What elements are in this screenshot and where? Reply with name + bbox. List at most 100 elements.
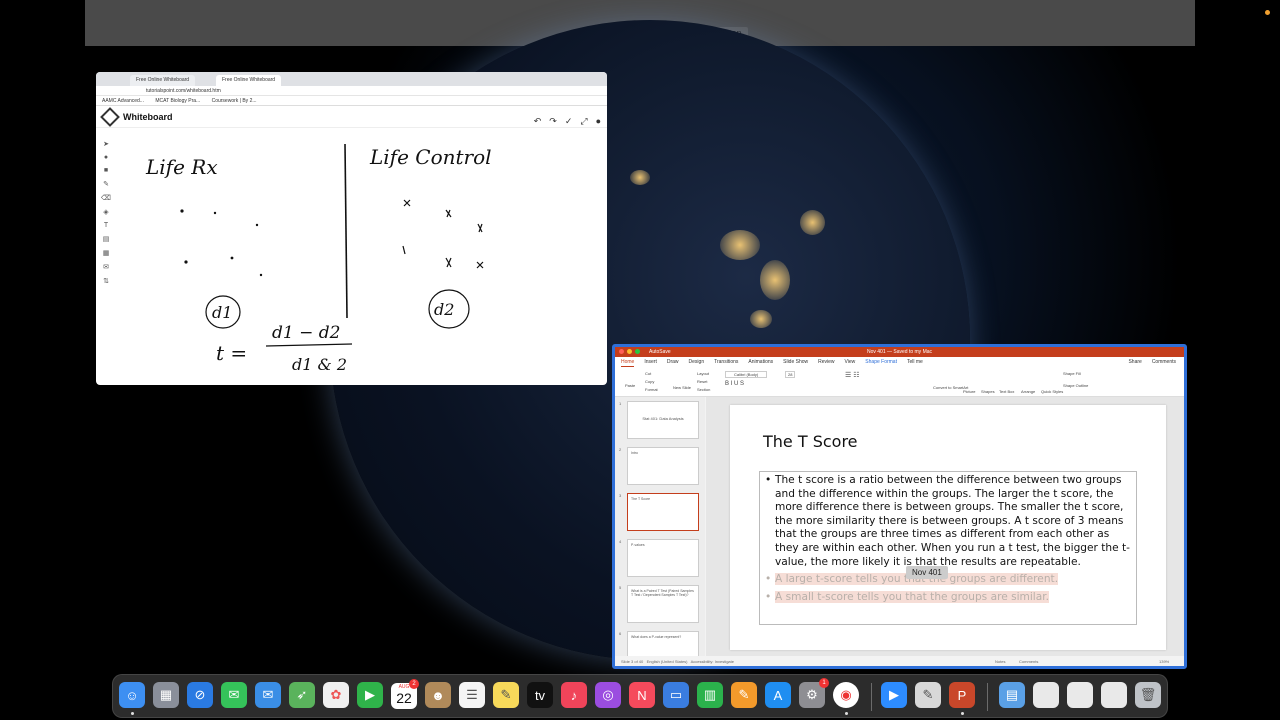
- screenshot-thumbnail[interactable]: [1101, 682, 1127, 708]
- shape-fill-button[interactable]: Shape Fill: [1063, 371, 1081, 376]
- section-button[interactable]: Section: [697, 387, 710, 392]
- mail-icon[interactable]: ✉: [255, 682, 281, 708]
- preview-icon[interactable]: ✎: [915, 682, 941, 708]
- whiteboard-browser-window[interactable]: Free Online Whiteboard Free Online White…: [96, 72, 607, 385]
- news-icon[interactable]: N: [629, 682, 655, 708]
- copy-button[interactable]: Copy: [645, 379, 654, 384]
- shapes-button[interactable]: Shapes: [981, 389, 995, 394]
- screenshot-thumbnail[interactable]: [1033, 682, 1059, 708]
- language-status[interactable]: English (United States): [647, 659, 688, 664]
- image-icon[interactable]: ▦: [103, 249, 110, 257]
- text-icon[interactable]: T: [104, 222, 108, 229]
- format-button[interactable]: Format: [645, 387, 658, 392]
- share-button[interactable]: Share: [1128, 359, 1141, 367]
- undo-icon[interactable]: ↶: [534, 116, 542, 127]
- bullet-item-highlighted[interactable]: A large t-score tells you that the group…: [764, 573, 1132, 587]
- comments-status-button[interactable]: Comments: [1019, 659, 1038, 664]
- slide-thumbnail[interactable]: Intro: [627, 447, 699, 485]
- bullet-item-highlighted[interactable]: A small t-score tells you that the group…: [764, 590, 1132, 605]
- notes-button[interactable]: Notes: [995, 659, 1005, 664]
- notes-icon[interactable]: ✎: [493, 682, 519, 708]
- pointer-icon[interactable]: ➤: [103, 140, 109, 148]
- tab-insert[interactable]: Insert: [644, 359, 657, 367]
- slide-canvas[interactable]: The T Score The t score is a ratio betwe…: [730, 405, 1166, 650]
- address-bar[interactable]: tutorialspoint.com/whiteboard.htm: [96, 86, 607, 96]
- quick-styles-button[interactable]: Quick Styles: [1041, 389, 1063, 394]
- arrange-button[interactable]: Arrange: [1021, 389, 1035, 394]
- shapes-icon[interactable]: ◈: [103, 208, 108, 216]
- close-icon[interactable]: [619, 349, 624, 354]
- accessibility-status[interactable]: Accessibility: Investigate: [691, 659, 734, 664]
- bookmark[interactable]: MCAT Biology Pra...: [155, 98, 200, 104]
- square-icon[interactable]: ■: [104, 167, 108, 174]
- eraser-icon[interactable]: ⌫: [101, 194, 111, 202]
- comments-button[interactable]: Comments: [1152, 359, 1176, 367]
- paste-button[interactable]: Paste: [625, 383, 635, 388]
- arrange-icon[interactable]: ⇅: [103, 277, 109, 285]
- browser-tab[interactable]: Free Online Whiteboard: [130, 75, 196, 86]
- powerpoint-window[interactable]: AutoSave Nov 401 — Saved to my Mac Home …: [612, 344, 1187, 669]
- brush-dot-icon[interactable]: ●: [104, 154, 108, 161]
- launchpad-icon[interactable]: ▦: [153, 682, 179, 708]
- picture-button[interactable]: Picture: [963, 389, 975, 394]
- tab-draw[interactable]: Draw: [667, 359, 679, 367]
- tab-view[interactable]: View: [845, 359, 856, 367]
- minimize-icon[interactable]: [627, 349, 632, 354]
- photos-icon[interactable]: ✿: [323, 682, 349, 708]
- podcasts-icon[interactable]: ◎: [595, 682, 621, 708]
- slide-thumbnail[interactable]: What is a Paired T Test (Paired Samples …: [627, 585, 699, 623]
- numbers-icon[interactable]: ▥: [697, 682, 723, 708]
- chat-icon[interactable]: ✉: [103, 263, 109, 271]
- pen-icon[interactable]: ✎: [103, 180, 109, 188]
- screenshot-thumbnail[interactable]: [1067, 682, 1093, 708]
- fullscreen-icon[interactable]: ⤢: [580, 116, 587, 127]
- keynote-icon[interactable]: ▭: [663, 682, 689, 708]
- slide-thumbnail[interactable]: Stat 401: Data Analysis: [627, 401, 699, 439]
- slide-thumbnail-selected[interactable]: The T Score: [627, 493, 699, 531]
- music-icon[interactable]: ♪: [561, 682, 587, 708]
- new-slide-button[interactable]: New Slide: [673, 385, 691, 390]
- tab-home[interactable]: Home: [621, 359, 635, 367]
- tab-design[interactable]: Design: [689, 359, 705, 367]
- settings-icon[interactable]: ⚙ 1: [799, 678, 829, 708]
- appstore-icon[interactable]: A: [765, 682, 791, 708]
- bookmark[interactable]: AAMC Advanced...: [102, 98, 144, 104]
- messages-icon[interactable]: ✉: [221, 682, 247, 708]
- bookmark[interactable]: Coursework | By 2...: [212, 98, 257, 104]
- folder-icon[interactable]: ▤: [999, 682, 1025, 708]
- tv-icon[interactable]: tv: [527, 682, 553, 708]
- tab-slide-show[interactable]: Slide Show: [783, 359, 808, 367]
- slide-thumbnail[interactable]: What does a P-value represent?: [627, 631, 699, 659]
- tab-tell-me[interactable]: Tell me: [907, 359, 923, 367]
- tab-shape-format[interactable]: Shape Format: [865, 359, 897, 367]
- autosave-label[interactable]: AutoSave: [649, 347, 671, 357]
- browser-tab-active[interactable]: Free Online Whiteboard: [216, 75, 282, 86]
- maps-icon[interactable]: ➶: [289, 682, 315, 708]
- slide-title[interactable]: The T Score: [763, 432, 858, 451]
- slide-thumbnail[interactable]: P-values: [627, 539, 699, 577]
- text-format-buttons[interactable]: B I U S: [725, 381, 744, 387]
- chrome-icon[interactable]: ◉: [833, 682, 859, 708]
- paragraph-icon[interactable]: ☰ ☷: [845, 371, 860, 379]
- zoom-icon[interactable]: ▶: [881, 682, 907, 708]
- font-select[interactable]: Calibri (Body): [725, 371, 768, 378]
- contacts-icon[interactable]: ☻: [425, 682, 451, 708]
- cut-button[interactable]: Cut: [645, 371, 651, 376]
- file-icon[interactable]: ▤: [103, 235, 110, 243]
- layout-button[interactable]: Layout: [697, 371, 709, 376]
- redo-icon[interactable]: ↷: [549, 116, 557, 127]
- info-icon[interactable]: ●: [596, 116, 601, 127]
- reminders-icon[interactable]: ☰: [459, 682, 485, 708]
- pages-icon[interactable]: ✎: [731, 682, 757, 708]
- facetime-icon[interactable]: ▶: [357, 682, 383, 708]
- font-size-select[interactable]: 28: [785, 371, 796, 378]
- whiteboard-canvas[interactable]: Life Rx Life Control d1 d2 t = d1 − d2 d…: [116, 138, 596, 378]
- powerpoint-icon[interactable]: P: [949, 682, 975, 708]
- zoom-icon[interactable]: [635, 349, 640, 354]
- tab-review[interactable]: Review: [818, 359, 834, 367]
- tab-animations[interactable]: Animations: [748, 359, 773, 367]
- zoom-level[interactable]: 139%: [1159, 659, 1169, 664]
- finder-icon[interactable]: ☺: [119, 682, 145, 708]
- slide-body-textbox[interactable]: The t score is a ratio between the diffe…: [759, 471, 1137, 625]
- textbox-button[interactable]: Text Box: [999, 389, 1014, 394]
